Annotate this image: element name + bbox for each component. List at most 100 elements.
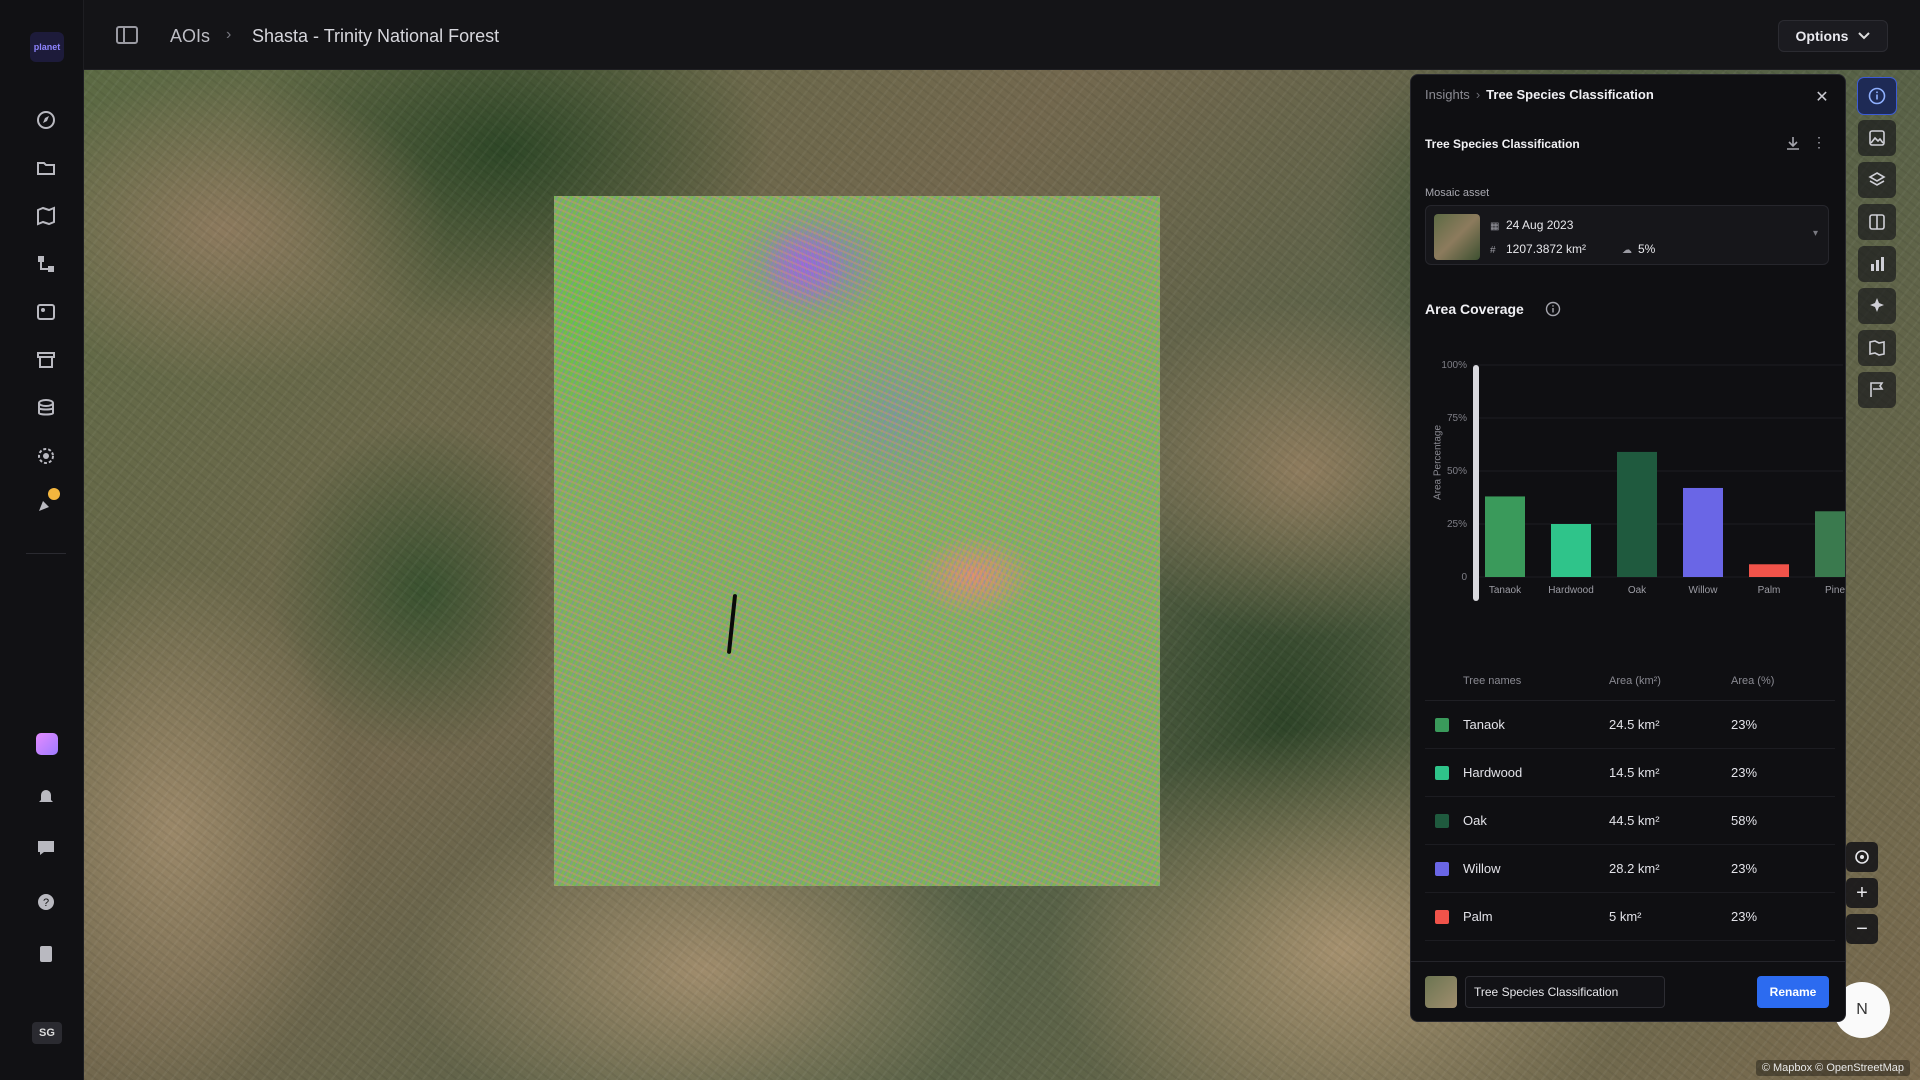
- compass-icon[interactable]: [34, 108, 58, 132]
- notification-badge: [48, 488, 60, 500]
- compare-icon[interactable]: [1858, 204, 1896, 240]
- table-row[interactable]: Palm 5 km² 23%: [1425, 893, 1835, 941]
- bar-hardwood[interactable]: [1551, 524, 1591, 577]
- gallery-icon[interactable]: [34, 300, 58, 324]
- x-tick-label: Tanaok: [1489, 585, 1522, 596]
- hash-icon: #: [1490, 245, 1496, 256]
- cloud-icon: ☁: [1622, 245, 1632, 256]
- col-area-km: Area (km²): [1609, 675, 1661, 687]
- x-tick-label: Pine: [1825, 585, 1845, 596]
- left-sidebar: planet ? SG: [0, 0, 84, 1080]
- table-row[interactable]: Willow 28.2 km² 23%: [1425, 845, 1835, 893]
- insight-title: Tree Species Classification: [1425, 137, 1580, 151]
- classification-overlay[interactable]: [554, 196, 1160, 886]
- table-row[interactable]: Tanaok 24.5 km² 23%: [1425, 701, 1835, 749]
- docs-icon[interactable]: [34, 942, 58, 966]
- tree-name-cell: Palm: [1425, 909, 1609, 924]
- info-icon[interactable]: [1857, 77, 1897, 115]
- zoom-in-button[interactable]: +: [1846, 878, 1878, 908]
- user-avatar[interactable]: SG: [32, 1022, 62, 1044]
- panel-toggle-icon[interactable]: [116, 26, 138, 44]
- overlay-feature: [726, 593, 738, 655]
- table-header: Tree names Area (km²) Area (%): [1425, 675, 1835, 701]
- table-row[interactable]: Oak 44.5 km² 58%: [1425, 797, 1835, 845]
- calendar-icon: ▦: [1490, 221, 1500, 232]
- settings-cog-icon[interactable]: [34, 444, 58, 468]
- map-icon[interactable]: [34, 204, 58, 228]
- close-icon[interactable]: ✕: [1813, 87, 1831, 106]
- workflow-icon[interactable]: [34, 252, 58, 276]
- area-pct-cell: 23%: [1731, 909, 1758, 924]
- breadcrumb-separator: ›: [226, 26, 232, 43]
- species-color-swatch: [1435, 765, 1449, 780]
- y-tick-label: 25%: [1447, 519, 1467, 530]
- y-tick-label: 75%: [1447, 413, 1467, 424]
- mosaic-asset-select[interactable]: ▦ 24 Aug 2023 #1207.3872 km² ☁ 5% ▾: [1425, 205, 1829, 265]
- y-tick-label: 0: [1461, 572, 1467, 583]
- breadcrumb-aois[interactable]: AOIs: [170, 26, 210, 47]
- panel-crumb-separator: ›: [1475, 87, 1481, 102]
- bar-palm[interactable]: [1749, 564, 1789, 577]
- image-icon[interactable]: [1858, 120, 1896, 156]
- folder-icon[interactable]: [34, 156, 58, 180]
- bar-willow[interactable]: [1683, 487, 1723, 577]
- panel-crumb-current: Tree Species Classification: [1486, 87, 1654, 102]
- panel-footer: Rename: [1411, 961, 1845, 1021]
- species-color-swatch: [1435, 813, 1449, 828]
- area-km-cell: 5 km²: [1609, 909, 1642, 924]
- app-tile-icon[interactable]: [36, 733, 58, 755]
- panel-crumb-insights[interactable]: Insights: [1425, 87, 1470, 102]
- species-color-swatch: [1435, 861, 1449, 876]
- table-body: Tanaok 24.5 km² 23% Hardwood 14.5 km² 23% Oak 4…: [1425, 701, 1835, 941]
- zoom-out-button[interactable]: −: [1846, 914, 1878, 944]
- layers-icon[interactable]: [1858, 162, 1896, 198]
- bar-tanaok[interactable]: [1485, 496, 1525, 577]
- insight-name-input[interactable]: [1465, 976, 1665, 1008]
- info-icon[interactable]: [1545, 301, 1561, 317]
- chat-icon[interactable]: [34, 836, 58, 860]
- tree-name-cell: Tanaok: [1425, 717, 1609, 732]
- locate-icon[interactable]: [1846, 842, 1878, 872]
- asset-area: #1207.3872 km²: [1490, 242, 1586, 256]
- map-book-icon[interactable]: [1858, 330, 1896, 366]
- chevron-down-icon: ▾: [1812, 228, 1818, 239]
- notifications-icon[interactable]: [34, 488, 60, 516]
- ai-icon[interactable]: [1858, 288, 1896, 324]
- flag-icon[interactable]: [1858, 372, 1896, 408]
- planet-logo[interactable]: planet: [30, 32, 64, 62]
- mosaic-asset-label: Mosaic asset: [1425, 187, 1490, 199]
- tree-name-cell: Hardwood: [1425, 765, 1609, 780]
- area-coverage-title: Area Coverage: [1425, 301, 1524, 317]
- right-tool-strip: [1857, 77, 1902, 414]
- bar-pine[interactable]: [1815, 511, 1855, 577]
- download-icon[interactable]: [1785, 135, 1801, 151]
- options-button[interactable]: Options: [1778, 20, 1888, 52]
- area-pct-cell: 23%: [1731, 861, 1758, 876]
- svg-text:?: ?: [43, 897, 49, 909]
- area-km-cell: 44.5 km²: [1609, 813, 1660, 828]
- help-icon[interactable]: ?: [34, 890, 58, 914]
- y-tick-label: 50%: [1447, 466, 1467, 477]
- x-tick-label: Hardwood: [1548, 585, 1594, 596]
- tree-name: Willow: [1463, 861, 1501, 876]
- database-icon[interactable]: [34, 396, 58, 420]
- sidebar-divider: [26, 553, 66, 554]
- area-pct-cell: 23%: [1731, 765, 1758, 780]
- more-options-icon[interactable]: ⋮: [1811, 135, 1827, 151]
- tree-name: Hardwood: [1463, 765, 1523, 780]
- coverage-table: Tree names Area (km²) Area (%) Tanaok 24.…: [1425, 675, 1835, 941]
- chart-icon[interactable]: [1858, 246, 1896, 282]
- footer-thumbnail: [1425, 976, 1457, 1008]
- y-axis-scrollbar[interactable]: [1473, 365, 1479, 601]
- rename-button[interactable]: Rename: [1757, 976, 1829, 1008]
- table-row[interactable]: Hardwood 14.5 km² 23%: [1425, 749, 1835, 797]
- bell-icon[interactable]: [34, 784, 58, 808]
- breadcrumb-current: Shasta - Trinity National Forest: [252, 26, 500, 46]
- chart-y-axis-label: Area Percentage: [1432, 424, 1444, 501]
- asset-area-value: 1207.3872 km²: [1506, 242, 1587, 256]
- store-icon[interactable]: [34, 348, 58, 372]
- bar-oak[interactable]: [1617, 451, 1657, 577]
- x-tick-label: Palm: [1758, 585, 1781, 596]
- area-pct-cell: 23%: [1731, 717, 1758, 732]
- map-attribution[interactable]: © Mapbox © OpenStreetMap: [1755, 1060, 1910, 1076]
